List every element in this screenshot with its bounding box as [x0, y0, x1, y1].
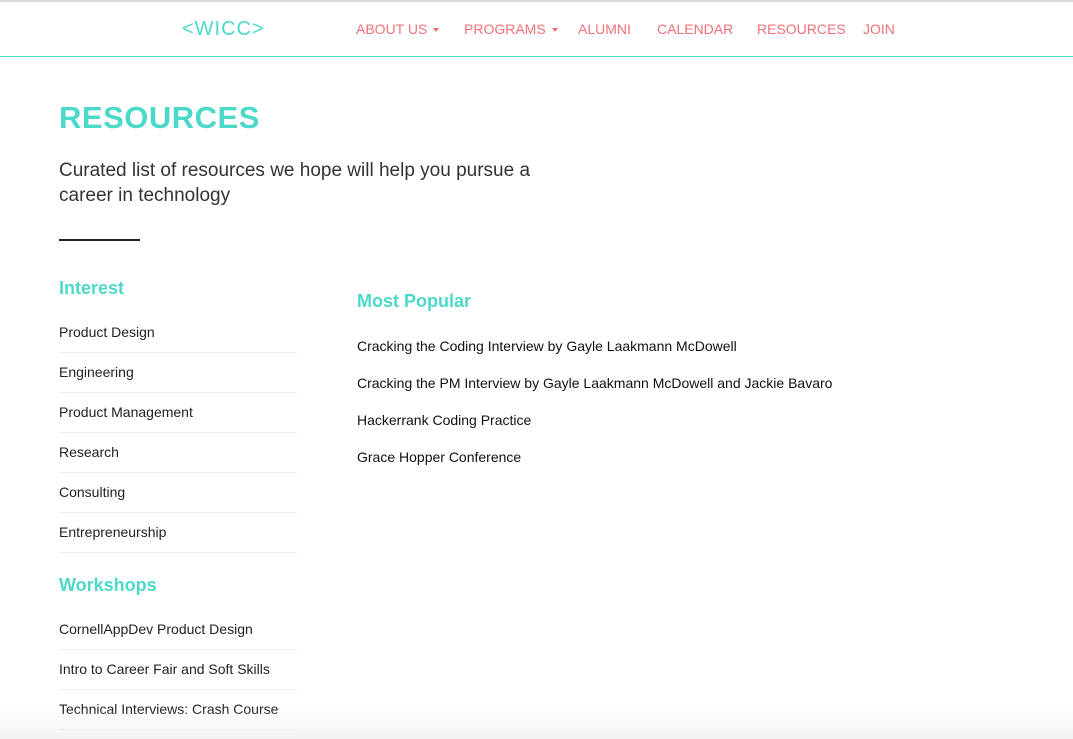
workshop-item[interactable]: CornellAppDev Product Design [59, 610, 297, 650]
nav-programs[interactable]: PROGRAMS [464, 21, 558, 37]
bottom-fade [0, 709, 1073, 739]
workshops-heading: Workshops [59, 575, 157, 595]
interest-item-consulting[interactable]: Consulting [59, 473, 297, 513]
page-title: RESOURCES [59, 100, 260, 135]
title-divider [59, 239, 140, 241]
nav-calendar[interactable]: CALENDAR [657, 21, 733, 37]
most-popular-list: Cracking the Coding Interview by Gayle L… [357, 333, 832, 481]
caret-down-icon [433, 28, 440, 33]
nav-about-us[interactable]: ABOUT US [356, 21, 440, 37]
popular-item[interactable]: Cracking the PM Interview by Gayle Laakm… [357, 370, 832, 407]
nav-programs-label: PROGRAMS [464, 21, 546, 37]
nav-join[interactable]: JOIN [863, 21, 895, 37]
popular-item[interactable]: Grace Hopper Conference [357, 444, 832, 481]
interest-item-entrepreneurship[interactable]: Entrepreneurship [59, 513, 297, 553]
caret-down-icon [551, 28, 558, 33]
nav-alumni[interactable]: ALUMNI [578, 21, 631, 37]
nav-resources[interactable]: RESOURCES [757, 21, 846, 37]
popular-item[interactable]: Hackerrank Coding Practice [357, 407, 832, 444]
top-navbar: <WICC> ABOUT US PROGRAMS ALUMNI CALENDAR… [0, 2, 1073, 57]
interest-list: Product Design Engineering Product Manag… [59, 313, 297, 553]
workshop-item[interactable]: Intro to Career Fair and Soft Skills [59, 650, 297, 690]
most-popular-heading: Most Popular [357, 291, 472, 311]
interest-heading: Interest [59, 278, 125, 298]
page-subtitle: Curated list of resources we hope will h… [59, 160, 531, 206]
site-logo[interactable]: <WICC> [182, 18, 265, 41]
interest-item-product-design[interactable]: Product Design [59, 313, 297, 353]
popular-item[interactable]: Cracking the Coding Interview by Gayle L… [357, 333, 832, 370]
interest-item-research[interactable]: Research [59, 433, 297, 473]
nav-about-us-label: ABOUT US [356, 21, 428, 37]
interest-item-product-management[interactable]: Product Management [59, 393, 297, 433]
interest-item-engineering[interactable]: Engineering [59, 353, 297, 393]
